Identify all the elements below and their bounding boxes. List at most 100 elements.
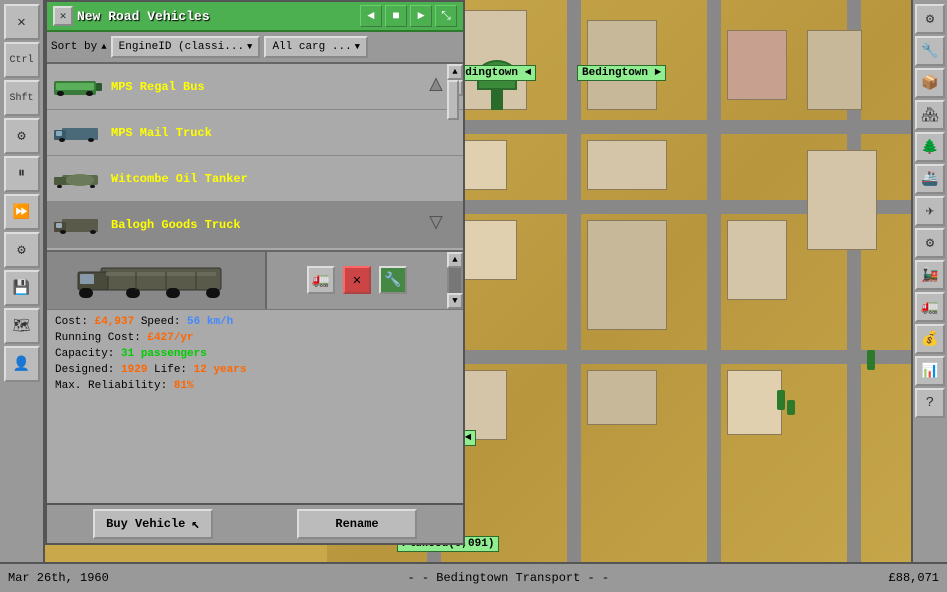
title-icons: ◄ ■ ► ⤡ bbox=[360, 5, 457, 27]
town-label-bedingtown2: Bedingtown ► bbox=[577, 65, 666, 81]
vehicle-name-oil-tanker: Witcombe Oil Tanker bbox=[111, 172, 248, 186]
config-icon[interactable]: ⚙ bbox=[915, 228, 945, 258]
map-icon[interactable]: 🗺 bbox=[4, 308, 40, 344]
settings-icon[interactable]: ⚙ bbox=[4, 118, 40, 154]
preview-controls: 🚛 ✕ 🔧 bbox=[267, 252, 447, 309]
bottom-buttons: Buy Vehicle ↖ Rename bbox=[47, 503, 463, 543]
sort-label: Sort by bbox=[51, 41, 97, 53]
status-date: Mar 26th, 1960 bbox=[8, 571, 128, 585]
building bbox=[727, 220, 787, 300]
reliability-value: 81% bbox=[174, 380, 194, 392]
filter-dropdown-arrow-icon: ▼ bbox=[355, 42, 360, 52]
title-bar: ✕ New Road Vehicles ◄ ■ ► ⤡ bbox=[47, 2, 463, 32]
resize-icon[interactable]: ⤡ bbox=[435, 5, 457, 27]
gear-right-icon[interactable]: ⚙ bbox=[915, 4, 945, 34]
sort-dropdown[interactable]: EngineID (classi... ▼ bbox=[111, 36, 261, 58]
building bbox=[727, 370, 782, 435]
plane-icon[interactable]: ✈ bbox=[915, 196, 945, 226]
running-cost-line: Running Cost: £427/yr bbox=[55, 330, 455, 346]
road bbox=[567, 0, 581, 592]
sort-dropdown-arrow-icon: ▼ bbox=[247, 42, 252, 52]
close-button[interactable]: ✕ bbox=[4, 4, 40, 40]
life-label: Life: bbox=[154, 364, 194, 376]
scroll-up-arrow-icon[interactable]: ▲ bbox=[447, 64, 463, 80]
vehicle-confirm-icon[interactable]: 🔧 bbox=[379, 266, 407, 294]
ship-icon[interactable]: 🚢 bbox=[915, 164, 945, 194]
vehicle-cancel-icon[interactable]: ✕ bbox=[343, 266, 371, 294]
cactus bbox=[777, 390, 785, 410]
preview-scroll-track bbox=[449, 268, 461, 293]
preview-scroll-up-icon[interactable]: ▲ bbox=[447, 252, 463, 268]
vehicle-item-bus[interactable]: MPS Regal Bus bbox=[47, 64, 463, 110]
preview-scrollbar: ▲ ▼ bbox=[447, 252, 463, 309]
designed-value: 1929 bbox=[121, 364, 147, 376]
speed-label: Speed: bbox=[141, 316, 187, 328]
vehicle-preview bbox=[47, 252, 267, 309]
town-icon[interactable]: 🏘 bbox=[915, 100, 945, 130]
cursor-icon: ↖ bbox=[191, 516, 199, 533]
rename-button[interactable]: Rename bbox=[297, 509, 417, 539]
status-bar: Mar 26th, 1960 - - Bedingtown Transport … bbox=[0, 562, 947, 592]
building bbox=[587, 220, 667, 330]
building bbox=[807, 150, 877, 250]
right-toolbar: ⚙ 🔧 📦 🏘 🌲 🚢 ✈ ⚙ 🚂 🚛 💰 📊 ? bbox=[911, 0, 947, 592]
ctrl-button[interactable]: Ctrl bbox=[4, 42, 40, 78]
reliability-label: Max. Reliability: bbox=[55, 380, 174, 392]
buy-vehicle-button[interactable]: Buy Vehicle ↖ bbox=[93, 509, 213, 539]
tree-icon[interactable]: 🌲 bbox=[915, 132, 945, 162]
capacity-value: 31 passengers bbox=[121, 348, 207, 360]
chart-icon[interactable]: 📊 bbox=[915, 356, 945, 386]
vehicle-item-oil-tanker[interactable]: Witcombe Oil Tanker bbox=[47, 156, 463, 202]
shift-button[interactable]: Shft bbox=[4, 80, 40, 116]
cost-value: £4,937 bbox=[95, 316, 135, 328]
window-close-button[interactable]: ✕ bbox=[53, 6, 73, 26]
vehicle-list: MPS Regal Bus MPS Mail Truck bbox=[47, 64, 463, 250]
designed-line: Designed: 1929 Life: 12 years bbox=[55, 362, 455, 378]
speed-value: 56 km/h bbox=[187, 316, 233, 328]
filter-toolbar: Sort by ▲ EngineID (classi... ▼ All carg… bbox=[47, 32, 463, 64]
status-money: £88,071 bbox=[889, 571, 939, 585]
truck-icon[interactable]: 🚛 bbox=[915, 292, 945, 322]
vehicle-item-goods-truck[interactable]: Balogh Goods Truck bbox=[47, 202, 463, 248]
vehicle-name-bus: MPS Regal Bus bbox=[111, 80, 205, 94]
scroll-left-icon[interactable]: ◄ bbox=[360, 5, 382, 27]
vehicle-icon-bus bbox=[53, 72, 103, 102]
money-icon[interactable]: 💰 bbox=[915, 324, 945, 354]
reliability-line: Max. Reliability: 81% bbox=[55, 378, 455, 394]
cost-line: Cost: £4,937 Speed: 56 km/h bbox=[55, 314, 455, 330]
person-icon[interactable]: 👤 bbox=[4, 346, 40, 382]
vehicle-item-mail-truck[interactable]: MPS Mail Truck bbox=[47, 110, 463, 156]
vehicle-icon-oil-tanker bbox=[53, 164, 103, 194]
building bbox=[727, 30, 787, 100]
scroll-thumb[interactable] bbox=[447, 80, 459, 120]
sort-arrow-icon: ▲ bbox=[101, 42, 106, 52]
vehicle-action-button[interactable]: 🚛 bbox=[307, 266, 335, 294]
vehicle-icon-mail-truck bbox=[53, 118, 103, 148]
building bbox=[587, 370, 657, 425]
package-icon[interactable]: 📦 bbox=[915, 68, 945, 98]
life-value: 12 years bbox=[194, 364, 247, 376]
filter-dropdown[interactable]: All carg ... ▼ bbox=[264, 36, 368, 58]
cost-label: Cost: bbox=[55, 316, 95, 328]
designed-label: Designed: bbox=[55, 364, 121, 376]
gear-icon[interactable]: ⚙ bbox=[4, 232, 40, 268]
stop-icon[interactable]: ■ bbox=[385, 5, 407, 27]
list-scrollbar[interactable]: ▲ ▼ bbox=[447, 64, 463, 250]
cactus bbox=[787, 400, 795, 415]
save-icon[interactable]: 💾 bbox=[4, 270, 40, 306]
fast-forward-icon[interactable]: ⏩ bbox=[4, 194, 40, 230]
vehicle-icon-goods-truck bbox=[53, 210, 103, 240]
scroll-right-icon[interactable]: ► bbox=[410, 5, 432, 27]
road bbox=[707, 0, 721, 592]
left-toolbar: ✕ Ctrl Shft ⚙ ⏸ ⏩ ⚙ 💾 🗺 👤 bbox=[0, 0, 45, 592]
building bbox=[807, 30, 862, 110]
vehicle-name-goods-truck: Balogh Goods Truck bbox=[111, 218, 241, 232]
wrench-icon[interactable]: 🔧 bbox=[915, 36, 945, 66]
preview-scroll-down-icon[interactable]: ▼ bbox=[447, 293, 463, 309]
running-cost-value: £427/yr bbox=[147, 332, 193, 344]
help-icon[interactable]: ? bbox=[915, 388, 945, 418]
train-icon[interactable]: 🚂 bbox=[915, 260, 945, 290]
capacity-label: Capacity: bbox=[55, 348, 121, 360]
window-title: New Road Vehicles bbox=[77, 9, 210, 24]
pause-icon[interactable]: ⏸ bbox=[4, 156, 40, 192]
